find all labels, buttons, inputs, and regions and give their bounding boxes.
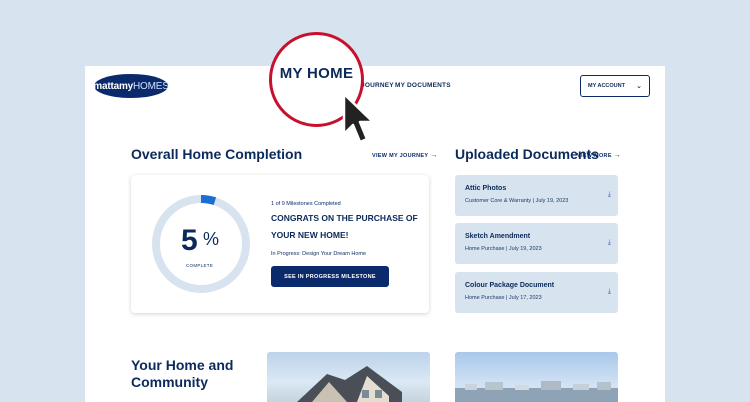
nav-journey[interactable]: JOURNEY: [361, 82, 394, 89]
document-meta: Home Purchase | July 19, 2023: [465, 246, 542, 252]
my-account-label: MY ACCOUNT: [588, 83, 625, 89]
view-my-journey-link[interactable]: VIEW MY JOURNEY →: [372, 152, 438, 159]
document-meta: Customer Core & Warranty | July 19, 2023: [465, 198, 569, 204]
arrow-right-icon: →: [613, 152, 622, 159]
community-photo[interactable]: [455, 352, 618, 402]
document-card[interactable]: Colour Package Document Home Purchase | …: [455, 272, 618, 313]
download-icon[interactable]: ⤓: [608, 288, 611, 296]
view-more-link[interactable]: VIEW MORE →: [577, 152, 621, 159]
complete-label: COMPLETE: [186, 263, 214, 268]
logo-bold-text: mattamy: [93, 80, 134, 92]
document-card[interactable]: Sketch Amendment Home Purchase | July 19…: [455, 223, 618, 264]
completion-percent-sign: %: [203, 229, 220, 249]
document-meta: Home Purchase | July 17, 2023: [465, 295, 542, 301]
download-icon[interactable]: ⤓: [608, 191, 611, 199]
see-in-progress-milestone-button[interactable]: SEE IN PROGRESS MILESTONE: [271, 266, 389, 287]
house-illustration: [297, 366, 402, 402]
completion-title: Overall Home Completion: [131, 146, 303, 162]
view-more-label: VIEW MORE: [577, 153, 612, 159]
completion-percent: 5: [181, 224, 198, 257]
download-icon[interactable]: ⤓: [608, 239, 611, 247]
congrats-heading: CONGRATS ON THE PURCHASE OF YOUR NEW HOM…: [271, 213, 418, 240]
my-account-dropdown[interactable]: MY ACCOUNT ⌄: [580, 75, 650, 97]
community-title-line1: Your Home and: [131, 357, 234, 373]
milestones-count: 1 of 9 Milestones Completed: [271, 201, 341, 207]
community-title: Your Home and Community: [131, 357, 233, 391]
pointer-cursor-icon: [342, 92, 375, 144]
nav-my-home[interactable]: MY HOME: [280, 65, 354, 82]
document-title: Attic Photos: [465, 185, 507, 192]
document-card[interactable]: Attic Photos Customer Core & Warranty | …: [455, 175, 618, 216]
in-progress-text: In Progress: Design Your Dream Home: [271, 251, 367, 257]
community-title-line2: Community: [131, 374, 208, 390]
logo-light-text: HOMES: [133, 80, 169, 92]
mattamy-logo[interactable]: mattamy HOMES: [93, 74, 169, 98]
view-my-journey-label: VIEW MY JOURNEY: [372, 153, 429, 159]
chevron-down-icon: ⌄: [636, 83, 642, 90]
skyline-illustration: [455, 381, 618, 402]
nav-my-documents[interactable]: MY DOCUMENTS: [395, 82, 451, 89]
progress-ring: [152, 195, 250, 293]
document-title: Colour Package Document: [465, 282, 555, 289]
home-photo[interactable]: [267, 352, 430, 402]
document-title: Sketch Amendment: [465, 233, 531, 240]
arrow-right-icon: →: [430, 152, 438, 159]
